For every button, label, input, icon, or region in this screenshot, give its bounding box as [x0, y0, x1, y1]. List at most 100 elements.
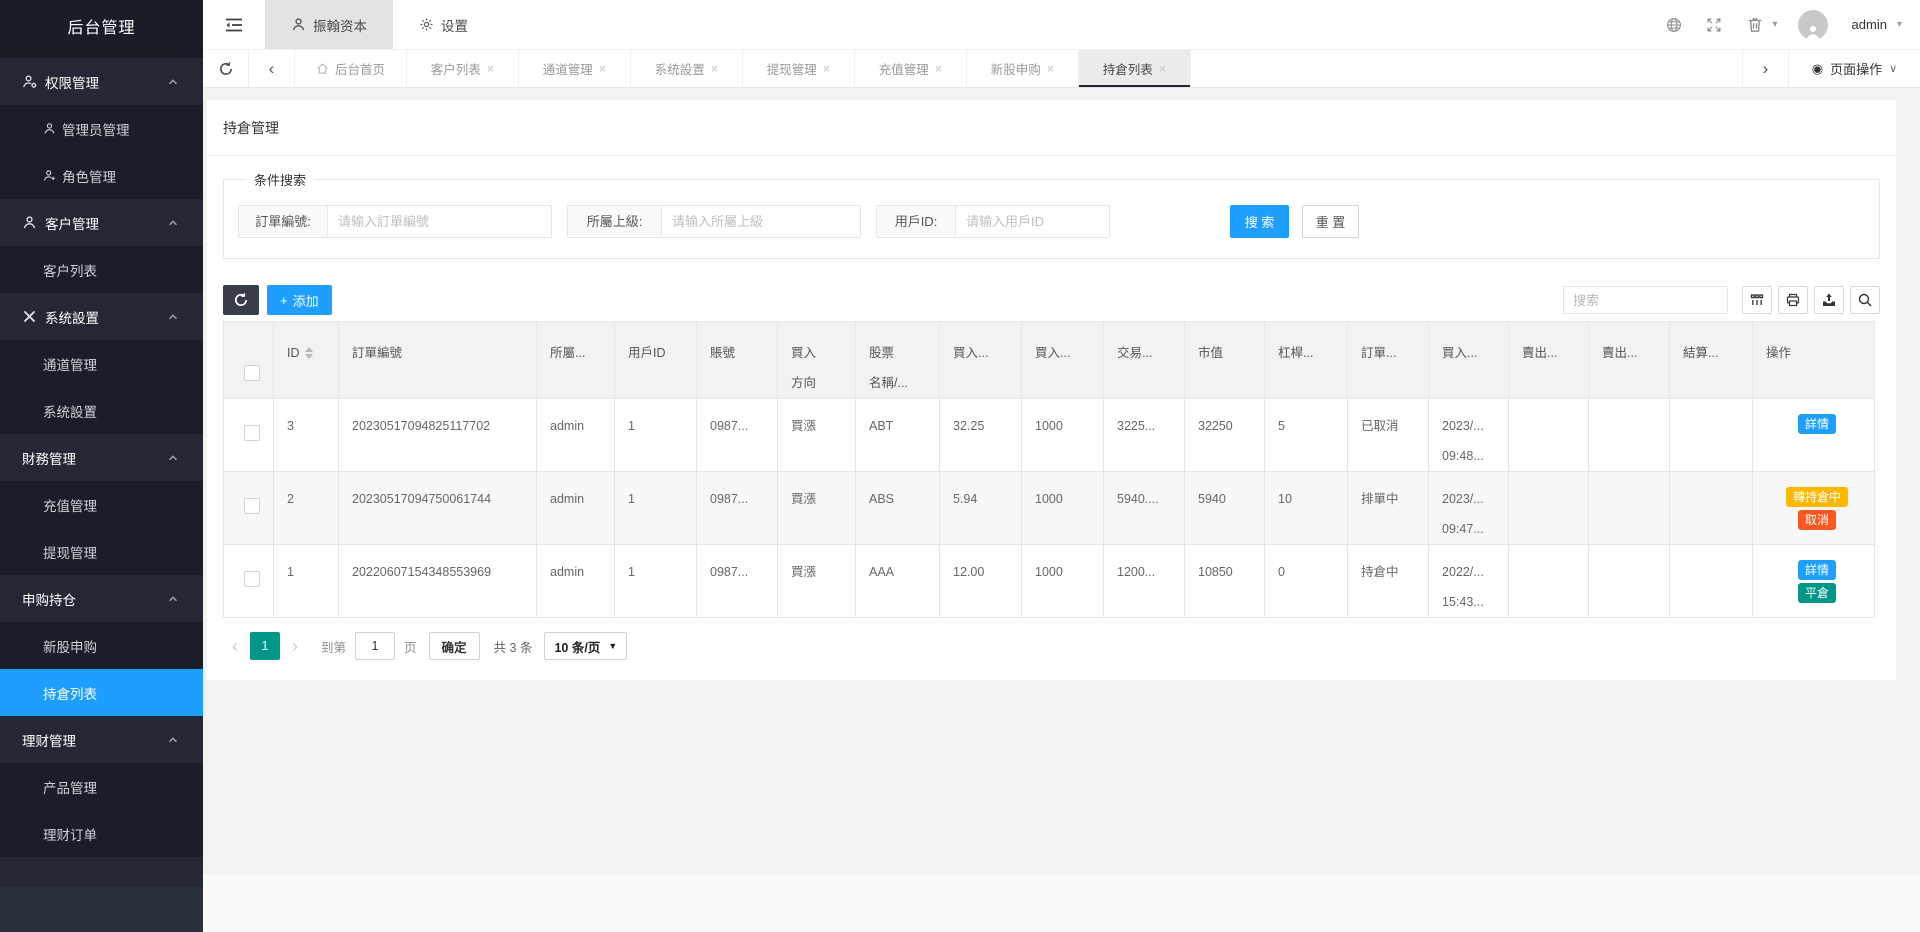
sidebar-item-4-0[interactable]: 新股申购: [0, 622, 203, 669]
sidebar-group-2[interactable]: 系统設置: [0, 293, 203, 340]
row-checkbox[interactable]: [244, 425, 260, 441]
user-icon: [1805, 24, 1821, 40]
close-tab-icon[interactable]: ×: [1159, 61, 1167, 76]
current-page-button[interactable]: 1: [250, 632, 280, 660]
tab-5[interactable]: 充值管理×: [855, 50, 967, 87]
action-詳情[interactable]: 詳情: [1798, 560, 1836, 580]
reset-button[interactable]: 重 置: [1302, 205, 1359, 238]
table-search-input[interactable]: [1563, 286, 1728, 314]
refresh-table-button[interactable]: [223, 285, 259, 315]
columns-toggle-button[interactable]: [1742, 286, 1772, 314]
sidebar-item-5-1[interactable]: 理财订单: [0, 810, 203, 857]
page-size-select[interactable]: 10 条/页 ▼: [544, 632, 627, 660]
search-button[interactable]: 搜 索: [1230, 205, 1289, 238]
search-field-input-1[interactable]: [661, 205, 861, 238]
sidebar-item-4-1[interactable]: 持倉列表: [0, 669, 203, 716]
sidebar-group-5[interactable]: 理财管理: [0, 716, 203, 763]
scroll-tabs-left-button[interactable]: ‹: [249, 50, 295, 87]
page-operations-dropdown[interactable]: ◉ 页面操作 ∨: [1788, 50, 1920, 87]
close-tab-icon[interactable]: ×: [487, 61, 495, 76]
search-field-input-0[interactable]: [327, 205, 552, 238]
tab-3[interactable]: 系统設置×: [631, 50, 743, 87]
username[interactable]: admin: [1852, 17, 1887, 32]
sidebar-item-2-1[interactable]: 系统設置: [0, 387, 203, 434]
cell-2: admin: [537, 399, 615, 472]
tab-label: 客户列表: [431, 59, 481, 78]
cell-2: admin: [537, 472, 615, 545]
action-轉持倉中[interactable]: 轉持倉中: [1786, 487, 1848, 507]
topnav-item-0[interactable]: 振翰资本: [265, 0, 393, 49]
sidebar-group-0[interactable]: 权限管理: [0, 58, 203, 105]
fullscreen-icon[interactable]: [1706, 17, 1722, 33]
cell-13: 2023/... 09:47...: [1429, 472, 1509, 545]
search-field-label: 訂單編號:: [238, 205, 328, 238]
sidebar-group-1[interactable]: 客户管理: [0, 199, 203, 246]
column-header-11: 杠桿...: [1265, 322, 1348, 399]
chevron-up-icon: [167, 217, 179, 229]
tab-label: 通道管理: [543, 59, 593, 78]
cell-0: 3: [274, 399, 339, 472]
close-tab-icon[interactable]: ×: [711, 61, 719, 76]
clear-cache-button[interactable]: ▾: [1746, 16, 1764, 34]
add-button[interactable]: + 添加: [267, 285, 332, 315]
preview-search-button[interactable]: [1850, 286, 1880, 314]
action-詳情[interactable]: 詳情: [1798, 414, 1836, 434]
sidebar-item-3-0[interactable]: 充值管理: [0, 481, 203, 528]
prev-page-button[interactable]: ‹: [223, 632, 247, 660]
cell-12: 已取消: [1348, 399, 1429, 472]
sidebar-item-label: 充值管理: [43, 495, 97, 515]
sidebar-item-5-0[interactable]: 产品管理: [0, 763, 203, 810]
row-select-cell: [224, 472, 274, 545]
language-icon[interactable]: [1666, 17, 1682, 33]
tab-2[interactable]: 通道管理 ×: [519, 50, 631, 87]
user-icon: [291, 17, 306, 32]
close-tab-icon[interactable]: ×: [599, 61, 607, 76]
action-平倉[interactable]: 平倉: [1798, 583, 1836, 603]
action-取消[interactable]: 取消: [1798, 510, 1836, 530]
row-checkbox[interactable]: [244, 571, 260, 587]
cell-4: 0987...: [697, 399, 778, 472]
select-all-checkbox[interactable]: [244, 365, 260, 381]
cell-3: 1: [615, 545, 697, 618]
sort-icon[interactable]: [305, 347, 313, 359]
collapse-menu-icon: [225, 17, 243, 33]
tab-0[interactable]: 后台首页: [295, 50, 407, 87]
sidebar-collapse-button[interactable]: [203, 0, 265, 49]
next-page-button[interactable]: ›: [283, 632, 307, 660]
tab-4[interactable]: 提现管理 ×: [743, 50, 855, 87]
cell-7: 32.25: [940, 399, 1022, 472]
user-menu-caret-icon[interactable]: ▾: [1897, 19, 1902, 30]
sidebar-item-1-0[interactable]: 客户列表: [0, 246, 203, 293]
tab-6[interactable]: 新股申购×: [967, 50, 1079, 87]
sidebar-item-0-1[interactable]: 角色管理: [0, 152, 203, 199]
column-header-5: 買入 方向: [778, 322, 856, 399]
tab-label: 后台首页: [335, 59, 385, 78]
close-tab-icon[interactable]: ×: [823, 61, 831, 76]
close-tab-icon[interactable]: ×: [1047, 61, 1055, 76]
total-count-label: 共 3 条: [494, 637, 533, 656]
column-header-4: 賬號: [697, 322, 778, 399]
tab-1[interactable]: 客户列表 ×: [407, 50, 519, 87]
sidebar-item-2-0[interactable]: 通道管理: [0, 340, 203, 387]
sidebar-item-0-0[interactable]: 管理员管理: [0, 105, 203, 152]
confirm-page-button[interactable]: 确定: [429, 632, 480, 660]
tabs: 后台首页客户列表×通道管理×系统設置×提现管理×充值管理×新股申购×持倉列表×: [295, 50, 1191, 87]
close-tab-icon[interactable]: ×: [935, 61, 943, 76]
goto-page-input[interactable]: [355, 632, 395, 660]
row-checkbox[interactable]: [244, 498, 260, 514]
scroll-tabs-right-button[interactable]: ›: [1742, 50, 1788, 87]
avatar[interactable]: [1798, 10, 1828, 40]
print-button[interactable]: [1778, 286, 1808, 314]
search-field-input-2[interactable]: [955, 205, 1110, 238]
refresh-tab-button[interactable]: [203, 50, 249, 87]
column-header-0: ID: [274, 322, 339, 399]
tab-label: 提现管理: [767, 59, 817, 78]
export-button[interactable]: [1814, 286, 1844, 314]
column-header-10: 市值: [1185, 322, 1265, 399]
sidebar-group-4[interactable]: 申购持仓: [0, 575, 203, 622]
tab-7[interactable]: 持倉列表×: [1079, 50, 1191, 87]
footer-strip: [203, 874, 1920, 932]
topnav-item-1[interactable]: 设置: [393, 0, 494, 49]
sidebar-item-3-1[interactable]: 提现管理: [0, 528, 203, 575]
sidebar-group-3[interactable]: 財務管理: [0, 434, 203, 481]
